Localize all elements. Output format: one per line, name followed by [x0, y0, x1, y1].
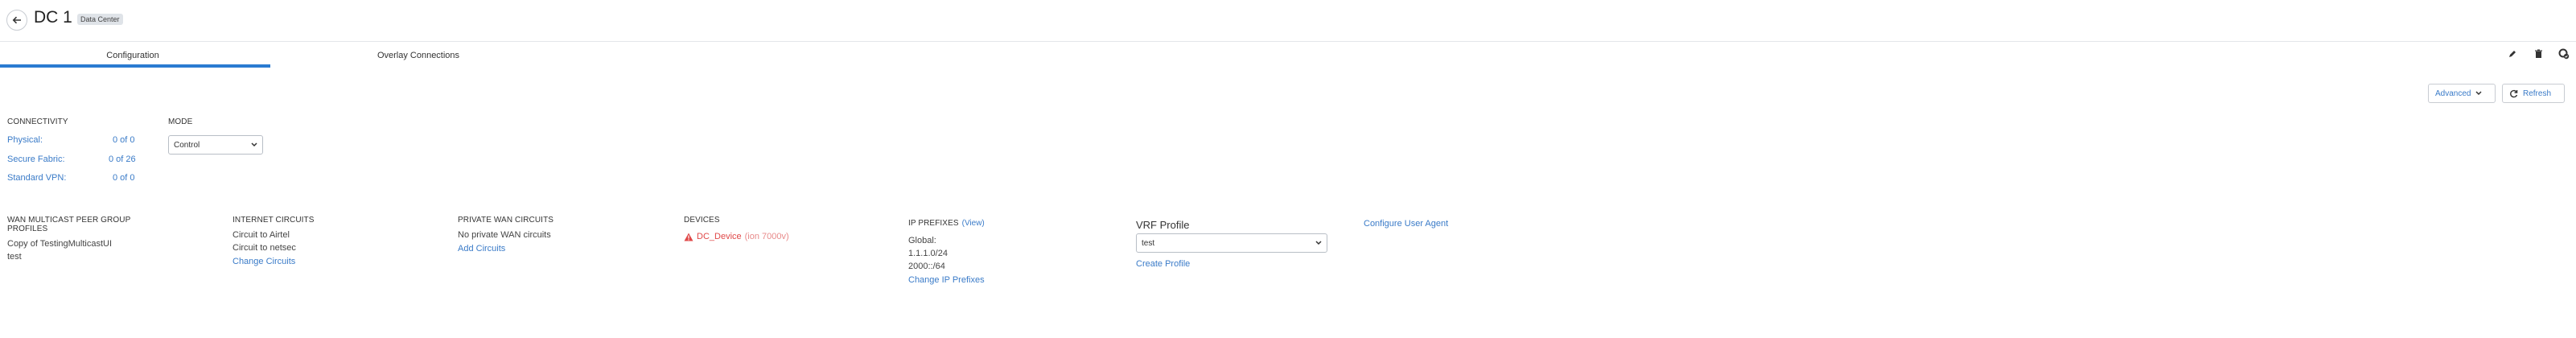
device-name: DC_Device: [697, 232, 742, 241]
arrow-left-icon: [12, 16, 21, 24]
ip-prefix-item: 1.1.1.0/24: [908, 249, 948, 258]
vrf-profile-select-value: test: [1142, 238, 1155, 248]
mode-select[interactable]: Control: [168, 135, 263, 155]
tab-bar: Configuration Overlay Connections: [0, 42, 2576, 69]
wan-multicast-item: Copy of TestingMulticastUI: [7, 239, 113, 249]
page-title: DC 1: [34, 8, 72, 27]
tab-overlay-connections[interactable]: Overlay Connections: [306, 42, 531, 69]
mode-heading: MODE: [168, 117, 193, 126]
private-wan-heading: PRIVATE WAN CIRCUITS: [458, 216, 554, 225]
back-button[interactable]: [6, 10, 27, 31]
chevron-down-icon: [251, 142, 257, 147]
advanced-button[interactable]: Advanced: [2428, 84, 2496, 103]
change-circuits-link[interactable]: Change Circuits: [232, 257, 295, 266]
internet-circuit-item: Circuit to Airtel: [232, 230, 290, 240]
device-item[interactable]: DC_Device (ion 7000v): [684, 232, 789, 241]
secure-fabric-link[interactable]: Secure Fabric:: [7, 155, 65, 164]
wan-multicast-item: test: [7, 252, 22, 262]
devices-heading: DEVICES: [684, 216, 720, 225]
private-wan-empty-text: No private WAN circuits: [458, 230, 551, 240]
ip-prefix-item: 2000::/64: [908, 262, 945, 271]
add-circuits-link[interactable]: Add Circuits: [458, 244, 505, 254]
active-tab-indicator: [0, 64, 270, 68]
advanced-label: Advanced: [2435, 89, 2471, 98]
refresh-label: Refresh: [2523, 89, 2552, 98]
internet-circuits-heading: INTERNET CIRCUITS: [232, 216, 315, 225]
top-bar: DC 1 Data Center: [0, 0, 2576, 42]
warning-icon: [684, 233, 693, 241]
internet-circuit-item: Circuit to netsec: [232, 243, 296, 253]
ip-prefixes-heading: IP PREFIXES: [908, 219, 959, 228]
secure-fabric-count[interactable]: 0 of 26: [109, 155, 136, 164]
chevron-down-icon: [2475, 91, 2483, 96]
wan-multicast-heading: WAN MULTICAST PEER GROUP PROFILES: [7, 216, 131, 233]
site-type-badge: Data Center: [77, 14, 123, 25]
connectivity-heading: CONNECTIVITY: [7, 117, 68, 126]
settings-check-icon[interactable]: [2555, 45, 2573, 63]
device-model: (ion 7000v): [744, 232, 789, 241]
chevron-down-icon: [1315, 241, 1322, 245]
configure-user-agent-link[interactable]: Configure User Agent: [1364, 219, 1448, 229]
vrf-profile-select[interactable]: test: [1136, 233, 1327, 253]
ip-prefixes-view-link[interactable]: (View): [962, 219, 985, 228]
refresh-button[interactable]: Refresh: [2502, 84, 2565, 103]
trash-icon[interactable]: [2529, 45, 2547, 63]
physical-count[interactable]: 0 of 0: [113, 135, 135, 145]
standard-vpn-link[interactable]: Standard VPN:: [7, 173, 66, 183]
physical-link[interactable]: Physical:: [7, 135, 43, 145]
vrf-profile-heading: VRF Profile: [1136, 219, 1190, 231]
create-profile-link[interactable]: Create Profile: [1136, 259, 1190, 269]
refresh-icon: [2510, 89, 2518, 97]
ip-prefixes-header: IP PREFIXES (View): [908, 219, 985, 228]
mode-select-value: Control: [174, 140, 200, 150]
standard-vpn-count[interactable]: 0 of 0: [113, 173, 135, 183]
pencil-icon[interactable]: [2504, 45, 2521, 63]
ip-prefix-scope: Global:: [908, 236, 936, 245]
change-ip-prefixes-link[interactable]: Change IP Prefixes: [908, 275, 985, 285]
